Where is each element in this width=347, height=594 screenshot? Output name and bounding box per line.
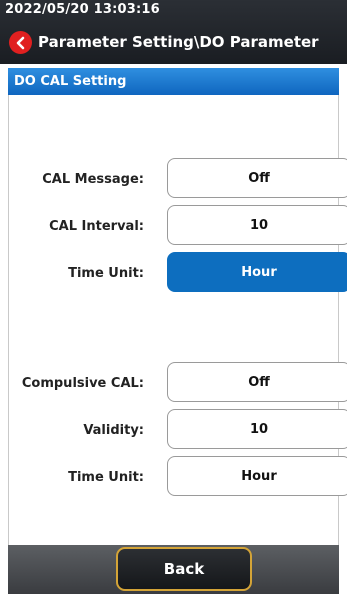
compulsive-cal-label: Compulsive CAL: [21, 376, 144, 391]
validity-field[interactable]: 10 [167, 409, 347, 449]
validity-time-unit-field[interactable]: Hour [167, 456, 347, 496]
validity-time-unit-label: Time Unit: [68, 470, 144, 485]
timestamp: 2022/05/20 13:03:16 [5, 2, 160, 17]
title-bar: 2022/05/20 13:03:16 Parameter Setting\DO… [0, 0, 347, 64]
compulsive-cal-field[interactable]: Off [167, 362, 347, 402]
back-arrow-icon[interactable] [9, 31, 32, 54]
time-unit-label: Time Unit: [68, 266, 144, 281]
settings-panel: CAL Message: Off CAL Interval: 10 Time U… [8, 95, 347, 545]
back-button[interactable]: Back [116, 547, 252, 591]
section-title: DO CAL Setting [8, 68, 339, 95]
cal-interval-field[interactable]: 10 [167, 205, 347, 245]
cal-message-label: CAL Message: [42, 172, 144, 187]
screen: 2022/05/20 13:03:16 Parameter Setting\DO… [0, 0, 347, 594]
cal-interval-label: CAL Interval: [49, 219, 144, 234]
cal-message-field[interactable]: Off [167, 158, 347, 198]
time-unit-field[interactable]: Hour [167, 252, 347, 292]
page-title: Parameter Setting\DO Parameter [38, 33, 319, 51]
validity-label: Validity: [83, 423, 144, 438]
chevron-left-icon [16, 36, 24, 49]
bottom-bar: Back [8, 545, 339, 594]
